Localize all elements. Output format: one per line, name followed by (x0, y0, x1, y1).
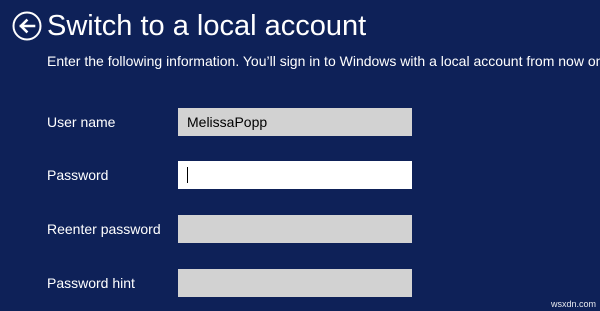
back-arrow-icon (12, 11, 42, 41)
reenter-password-row: Reenter password (0, 215, 600, 243)
text-cursor (187, 167, 188, 183)
password-row: Password (0, 161, 600, 189)
password-input[interactable] (178, 161, 412, 189)
username-input[interactable] (178, 108, 412, 136)
username-row: User name (0, 108, 600, 136)
instruction-text: Enter the following information. You’ll … (47, 53, 600, 69)
password-label: Password (47, 167, 109, 183)
page-title: Switch to a local account (47, 10, 367, 42)
password-hint-input[interactable] (178, 269, 412, 297)
username-label: User name (47, 114, 116, 130)
back-button[interactable] (12, 11, 42, 41)
reenter-password-label: Reenter password (47, 221, 161, 237)
reenter-password-input[interactable] (178, 215, 412, 243)
password-hint-row: Password hint (0, 269, 600, 297)
password-hint-label: Password hint (47, 275, 135, 291)
watermark: wsxdn.com (550, 299, 596, 309)
